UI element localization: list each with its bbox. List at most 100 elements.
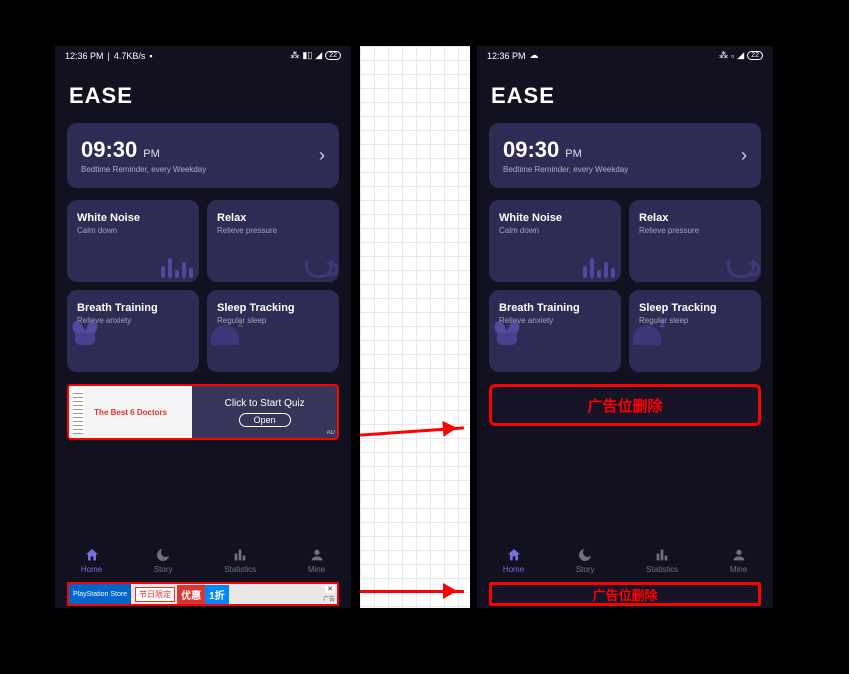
reminder-card[interactable]: 09:30 PM Bedtime Reminder, every Weekday… (67, 123, 339, 188)
ad-text: Click to Start Quiz (225, 398, 305, 409)
status-speed: 4.7KB/s (114, 51, 146, 61)
tile-relax[interactable]: Relax Relieve pressure (629, 200, 761, 282)
reminder-label: Bedtime Reminder, (81, 165, 149, 174)
nav-home[interactable]: Home (503, 547, 524, 574)
tile-title: Relax (639, 212, 751, 224)
nav-mine[interactable]: Mine (730, 547, 747, 574)
arrow-2 (360, 590, 464, 593)
tile-title: Relax (217, 212, 329, 224)
ad-label: 广告 (323, 594, 335, 603)
person-icon (309, 547, 325, 563)
plant-icon (493, 321, 521, 345)
nav-label: Mine (730, 565, 747, 574)
moon-icon (577, 547, 593, 563)
hd-icon: ▫ (731, 51, 734, 61)
ad-close-button[interactable]: ✕ (325, 585, 335, 593)
moon-icon (155, 547, 171, 563)
status-bar: 12:36 PM ☁ ⁂ ▫ ◢ 22 (477, 46, 773, 65)
tile-sleep[interactable]: Sleep Tracking Regular sleep z (207, 290, 339, 372)
battery-icon: 22 (325, 51, 341, 60)
tile-sleep[interactable]: Sleep Tracking Regular sleep z (629, 290, 761, 372)
reminder-time: 09:30 (503, 137, 559, 163)
status-time: 12:36 PM (65, 51, 104, 61)
nav-story[interactable]: Story (576, 547, 595, 574)
tile-title: Breath Training (77, 302, 189, 314)
cup-icon (727, 260, 755, 278)
tile-grid: White Noise Calm down Relax Relieve pres… (55, 188, 351, 384)
status-bar: 12:36 PM | 4.7KB/s ▪ ⁂ ▮▯ ◢ 22 (55, 46, 351, 65)
nav-mine[interactable]: Mine (308, 547, 325, 574)
tile-breath[interactable]: Breath Training Relieve anxiety (67, 290, 199, 372)
ad-banner-2[interactable]: PlayStation Store 节日限定 优惠 1折 ✕ 广告 (67, 582, 339, 606)
chevron-right-icon: › (741, 145, 747, 166)
reminder-card[interactable]: 09:30 PM Bedtime Reminder, every Weekday… (489, 123, 761, 188)
equalizer-icon (583, 258, 615, 278)
nav-home[interactable]: Home (81, 547, 102, 574)
battery-icon: 22 (747, 51, 763, 60)
tile-title: Sleep Tracking (217, 302, 329, 314)
ad-tag: AD (327, 430, 335, 436)
chat-icon: ▪ (149, 51, 152, 61)
plant-icon (71, 321, 99, 345)
nav-story[interactable]: Story (154, 547, 173, 574)
cloud-icon: ☁ (530, 50, 539, 61)
app-title: EASE (477, 65, 773, 123)
reminder-schedule: every Weekday (573, 165, 628, 174)
chart-icon (654, 547, 670, 563)
phone-before: 12:36 PM | 4.7KB/s ▪ ⁂ ▮▯ ◢ 22 EASE 09:3… (55, 46, 351, 608)
reminder-label: Bedtime Reminder, (503, 165, 571, 174)
tile-title: White Noise (77, 212, 189, 224)
tile-grid: White Noise Calm down Relax Relieve pres… (477, 188, 773, 384)
nav-label: Story (576, 565, 595, 574)
tile-title: Sleep Tracking (639, 302, 751, 314)
ad-cn-text1: 优惠 (177, 585, 205, 604)
tile-sub: Relieve pressure (217, 226, 329, 235)
nav-label: Mine (308, 565, 325, 574)
home-icon (506, 547, 522, 563)
reminder-schedule: every Weekday (151, 165, 206, 174)
ad-removed-1: 广告位删除 (489, 384, 761, 426)
tile-sub: Calm down (77, 226, 189, 235)
reminder-ampm: PM (565, 148, 582, 160)
nav-label: Story (154, 565, 173, 574)
nav-statistics[interactable]: Statistics (224, 547, 256, 574)
ad-open-button[interactable]: Open (239, 413, 291, 427)
nav-label: Statistics (224, 565, 256, 574)
nav-label: Home (81, 565, 102, 574)
status-time: 12:36 PM (487, 51, 526, 61)
nav-label: Statistics (646, 565, 678, 574)
equalizer-icon (161, 258, 193, 278)
ad-banner-1[interactable]: The Best 6 Doctors Click to Start Quiz O… (67, 384, 339, 440)
ad-cn-text2: 1折 (205, 585, 229, 604)
phone-after: 12:36 PM ☁ ⁂ ▫ ◢ 22 EASE 09:30 PM Bedtim… (477, 46, 773, 608)
ps-badge: PlayStation Store (69, 584, 131, 604)
chart-icon (232, 547, 248, 563)
tile-sub: Calm down (499, 226, 611, 235)
cup-icon (305, 260, 333, 278)
bluetooth-icon: ⁂ (290, 50, 299, 61)
nav-label: Home (503, 565, 524, 574)
nav-statistics[interactable]: Statistics (646, 547, 678, 574)
reminder-ampm: PM (143, 148, 160, 160)
signal-icon: ◢ (737, 50, 744, 61)
home-icon (84, 547, 100, 563)
bluetooth-icon: ⁂ (719, 50, 728, 61)
bottom-nav: Home Story Statistics Mine (477, 539, 773, 578)
tile-sub: Relieve pressure (639, 226, 751, 235)
bottom-nav: Home Story Statistics Mine (55, 539, 351, 578)
sleep-icon: z (633, 321, 663, 345)
tile-title: White Noise (499, 212, 611, 224)
tile-breath[interactable]: Breath Training Relieve anxiety (489, 290, 621, 372)
wifi-icon: ◢ (315, 50, 322, 61)
signal-icon: ▮▯ (302, 50, 312, 61)
tile-white-noise[interactable]: White Noise Calm down (67, 200, 199, 282)
tile-white-noise[interactable]: White Noise Calm down (489, 200, 621, 282)
app-title: EASE (55, 65, 351, 123)
person-icon (731, 547, 747, 563)
tile-relax[interactable]: Relax Relieve pressure (207, 200, 339, 282)
sleep-icon: z (211, 321, 241, 345)
ad-removed-2: 广告位删除 (489, 582, 761, 606)
arrow-1 (360, 426, 464, 436)
chevron-right-icon: › (319, 145, 325, 166)
reminder-time: 09:30 (81, 137, 137, 163)
